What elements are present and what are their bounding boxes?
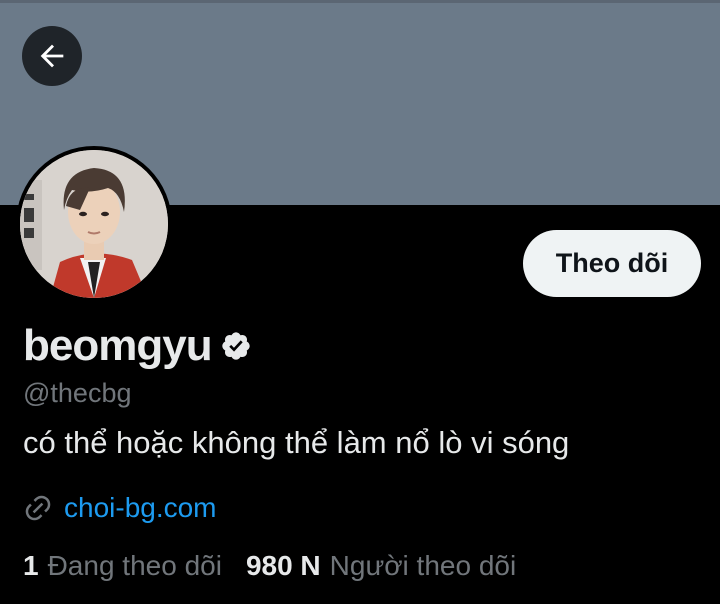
website-link[interactable]: choi-bg.com xyxy=(64,492,217,524)
followers-label: Người theo dõi xyxy=(329,550,517,581)
stats-row: 1 Đang theo dõi 980 N Người theo dõi xyxy=(23,548,516,584)
verified-badge-icon[interactable] xyxy=(220,330,252,362)
followers-count: 980 N xyxy=(245,550,321,581)
arrow-left-icon xyxy=(40,44,64,68)
user-handle: @thecbg xyxy=(23,378,132,408)
following-label: Đang theo dõi xyxy=(47,550,222,581)
link-icon xyxy=(25,495,51,521)
name-row: beomgyu xyxy=(23,318,252,374)
back-button[interactable] xyxy=(22,26,82,86)
profile-photo xyxy=(20,150,168,298)
avatar[interactable] xyxy=(16,146,172,302)
display-name: beomgyu xyxy=(23,321,213,370)
follow-button[interactable]: Theo dõi xyxy=(523,230,701,297)
followers-stat[interactable]: 980 N Người theo dõi xyxy=(246,550,516,582)
website-row: choi-bg.com xyxy=(23,490,217,526)
bio-text: có thể hoặc không thể làm nổ lò vi sóng xyxy=(23,425,570,460)
following-stat[interactable]: 1 Đang theo dõi xyxy=(23,550,222,582)
following-count: 1 xyxy=(23,550,39,581)
